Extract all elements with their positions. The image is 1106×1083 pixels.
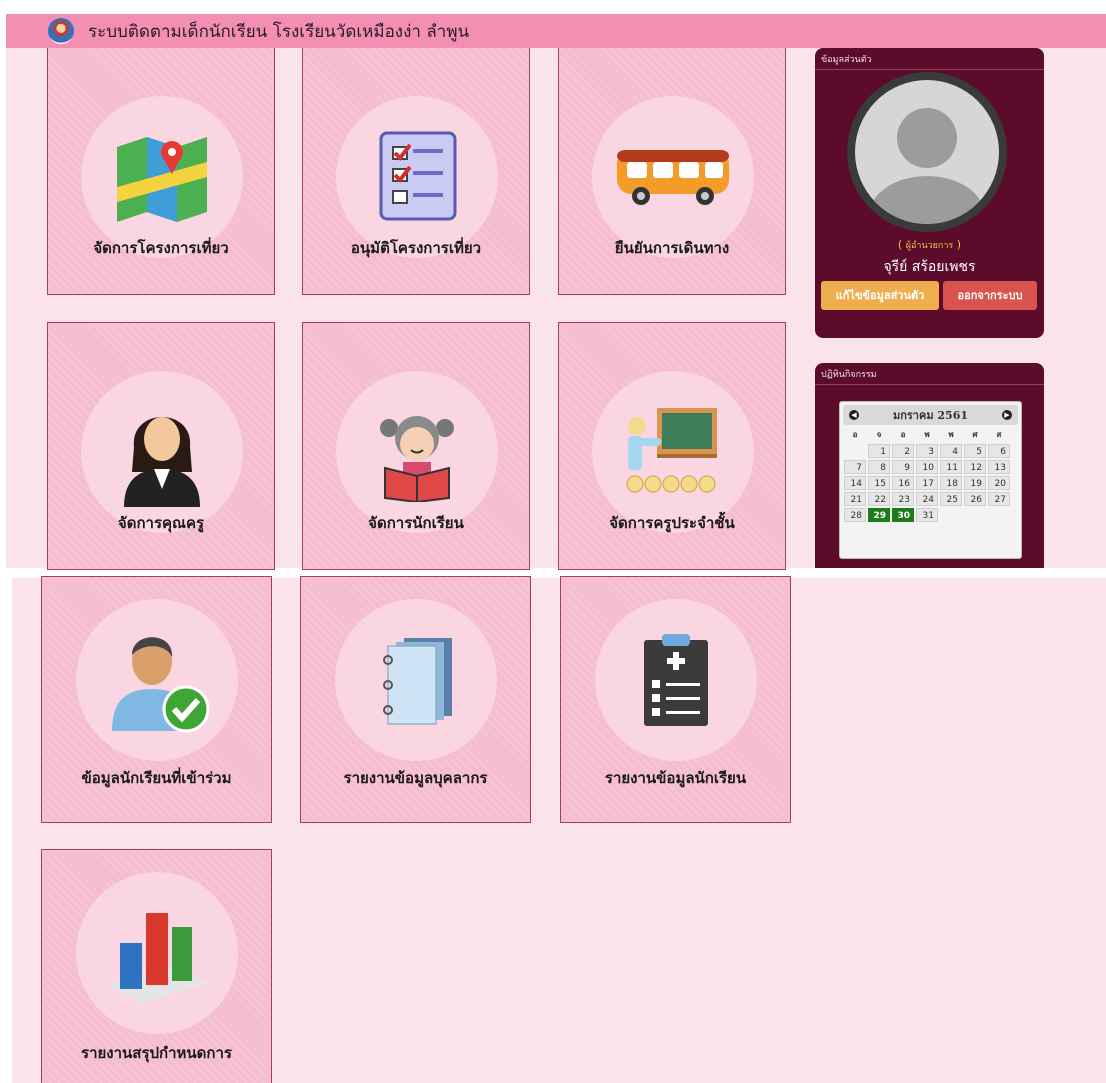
tile-label: รายงานสรุปกำหนดการ bbox=[81, 1044, 232, 1062]
calendar-day[interactable]: 19 bbox=[964, 476, 986, 490]
tile-label: จัดการโครงการเที่ยว bbox=[93, 239, 229, 257]
tile-manage-students[interactable]: จัดการนักเรียน bbox=[302, 322, 530, 570]
school-logo-icon bbox=[48, 18, 74, 44]
calendar-day[interactable]: 9 bbox=[892, 460, 914, 474]
checklist-document-icon bbox=[336, 96, 498, 258]
calendar-widget: ◀ มกราคม 2561 ▶ อจอพพศส 1 2 3 4 5 6 7 8 9 10 11 12 13… bbox=[839, 401, 1022, 559]
calendar-month-title: มกราคม 2561 bbox=[892, 409, 969, 422]
tile-schedule-summary-report[interactable]: รายงานสรุปกำหนดการ bbox=[41, 849, 272, 1083]
weekday-header: พ bbox=[948, 430, 954, 439]
calendar-day[interactable]: 30 bbox=[892, 508, 914, 522]
top-bar: ระบบติดตามเด็กนักเรียน โรงเรียนวัดเหมือง… bbox=[6, 14, 1106, 48]
profile-role: ผู้อำนวยการ bbox=[905, 241, 954, 251]
calendar-day[interactable]: 13 bbox=[988, 460, 1010, 474]
profile-heading: ข้อมูลส่วนตัว bbox=[815, 48, 1044, 70]
tile-label: รายงานข้อมูลบุคลากร bbox=[343, 769, 488, 787]
tile-manage-class-teachers[interactable]: จัดการครูประจำชั้น bbox=[558, 322, 786, 570]
calendar-day[interactable]: 18 bbox=[940, 476, 962, 490]
bus-icon bbox=[592, 96, 754, 258]
edit-profile-button[interactable]: แก้ไขข้อมูลส่วนตัว bbox=[821, 281, 939, 310]
calendar-day[interactable]: 3 bbox=[916, 444, 938, 458]
weekday-header: อ bbox=[852, 430, 858, 439]
tile-approve-trips[interactable]: อนุมัติโครงการเที่ยว bbox=[302, 47, 530, 295]
teacher-woman-icon bbox=[81, 371, 243, 533]
weekday-header: อ bbox=[900, 430, 906, 439]
tile-label: ยืนยันการเดินทาง bbox=[614, 239, 730, 257]
calendar-day[interactable]: 12 bbox=[964, 460, 986, 474]
tile-label: จัดการคุณครู bbox=[117, 514, 205, 532]
profile-panel: ข้อมูลส่วนตัว ( ผู้อำนวยการ ) จุรีย์ สร้… bbox=[815, 48, 1044, 338]
calendar-day[interactable]: 31 bbox=[916, 508, 938, 522]
prev-month-icon[interactable]: ◀ bbox=[849, 410, 859, 420]
tile-manage-trips[interactable]: จัดการโครงการเที่ยว bbox=[47, 47, 275, 295]
calendar-day[interactable]: 16 bbox=[892, 476, 914, 490]
calendar-day[interactable]: 17 bbox=[916, 476, 938, 490]
map-icon bbox=[81, 96, 243, 258]
avatar-frame bbox=[847, 72, 1007, 232]
weekday-header: จ bbox=[876, 430, 882, 439]
profile-role-line: ( ผู้อำนวยการ ) bbox=[897, 238, 962, 251]
tile-label: รายงานข้อมูลนักเรียน bbox=[604, 769, 747, 787]
calendar-day[interactable]: 21 bbox=[844, 492, 866, 506]
calendar-day[interactable]: 26 bbox=[964, 492, 986, 506]
calendar-day[interactable]: 14 bbox=[844, 476, 866, 490]
calendar-day[interactable]: 2 bbox=[892, 444, 914, 458]
calendar-heading: ปฏิทินกิจกรรม bbox=[815, 363, 1044, 385]
calendar-day[interactable]: 1 bbox=[868, 444, 890, 458]
calendar-blank bbox=[844, 444, 866, 458]
tile-label: จัดการนักเรียน bbox=[368, 514, 464, 532]
calendar-day[interactable]: 22 bbox=[868, 492, 890, 506]
page-title: ระบบติดตามเด็กนักเรียน โรงเรียนวัดเหมือง… bbox=[88, 21, 470, 42]
calendar-header: ◀ มกราคม 2561 ▶ bbox=[843, 405, 1018, 425]
user-check-icon bbox=[76, 599, 238, 761]
clipboard-list-icon bbox=[595, 599, 757, 761]
bar-chart-icon bbox=[76, 872, 238, 1034]
tile-personnel-report[interactable]: รายงานข้อมูลบุคลากร bbox=[300, 576, 531, 823]
logout-button[interactable]: ออกจากระบบ bbox=[943, 281, 1037, 310]
notebooks-icon bbox=[335, 599, 497, 761]
tile-label: อนุมัติโครงการเที่ยว bbox=[350, 239, 482, 257]
weekday-header: ศ bbox=[972, 430, 978, 439]
calendar-day[interactable]: 29 bbox=[868, 508, 890, 522]
calendar-day[interactable]: 4 bbox=[940, 444, 962, 458]
calendar-day[interactable]: 8 bbox=[868, 460, 890, 474]
profile-name: จุรีย์ สร้อยเพชร bbox=[883, 259, 976, 275]
calendar-day[interactable]: 23 bbox=[892, 492, 914, 506]
tile-manage-teachers[interactable]: จัดการคุณครู bbox=[47, 322, 275, 570]
student-reading-icon bbox=[336, 371, 498, 533]
calendar-day[interactable]: 11 bbox=[940, 460, 962, 474]
calendar-day[interactable]: 7 bbox=[844, 460, 866, 474]
tile-student-report[interactable]: รายงานข้อมูลนักเรียน bbox=[560, 576, 791, 823]
calendar-day[interactable]: 6 bbox=[988, 444, 1010, 458]
calendar-day[interactable]: 25 bbox=[940, 492, 962, 506]
weekday-header: พ bbox=[924, 430, 930, 439]
tile-label: ข้อมูลนักเรียนที่เข้าร่วม bbox=[81, 769, 232, 787]
calendar-day[interactable]: 20 bbox=[988, 476, 1010, 490]
calendar-day[interactable]: 27 bbox=[988, 492, 1010, 506]
tile-label: จัดการครูประจำชั้น bbox=[609, 514, 735, 532]
calendar-day[interactable]: 28 bbox=[844, 508, 866, 522]
tile-confirm-travel[interactable]: ยืนยันการเดินทาง bbox=[558, 47, 786, 295]
avatar bbox=[855, 80, 999, 224]
calendar-day[interactable]: 10 bbox=[916, 460, 938, 474]
calendar-day[interactable]: 15 bbox=[868, 476, 890, 490]
next-month-icon[interactable]: ▶ bbox=[1002, 410, 1012, 420]
tile-participating-students[interactable]: ข้อมูลนักเรียนที่เข้าร่วม bbox=[41, 576, 272, 823]
classroom-board-icon bbox=[592, 371, 754, 533]
calendar-day[interactable]: 24 bbox=[916, 492, 938, 506]
weekday-header: ส bbox=[996, 430, 1002, 439]
calendar-grid: อจอพพศส 1 2 3 4 5 6 7 8 9 10 11 12 13 14 15 16 17 18 19 20 21… bbox=[840, 428, 1021, 522]
calendar-day[interactable]: 5 bbox=[964, 444, 986, 458]
calendar-panel: ปฏิทินกิจกรรม ◀ มกราคม 2561 ▶ อจอพพศส123… bbox=[815, 363, 1044, 568]
